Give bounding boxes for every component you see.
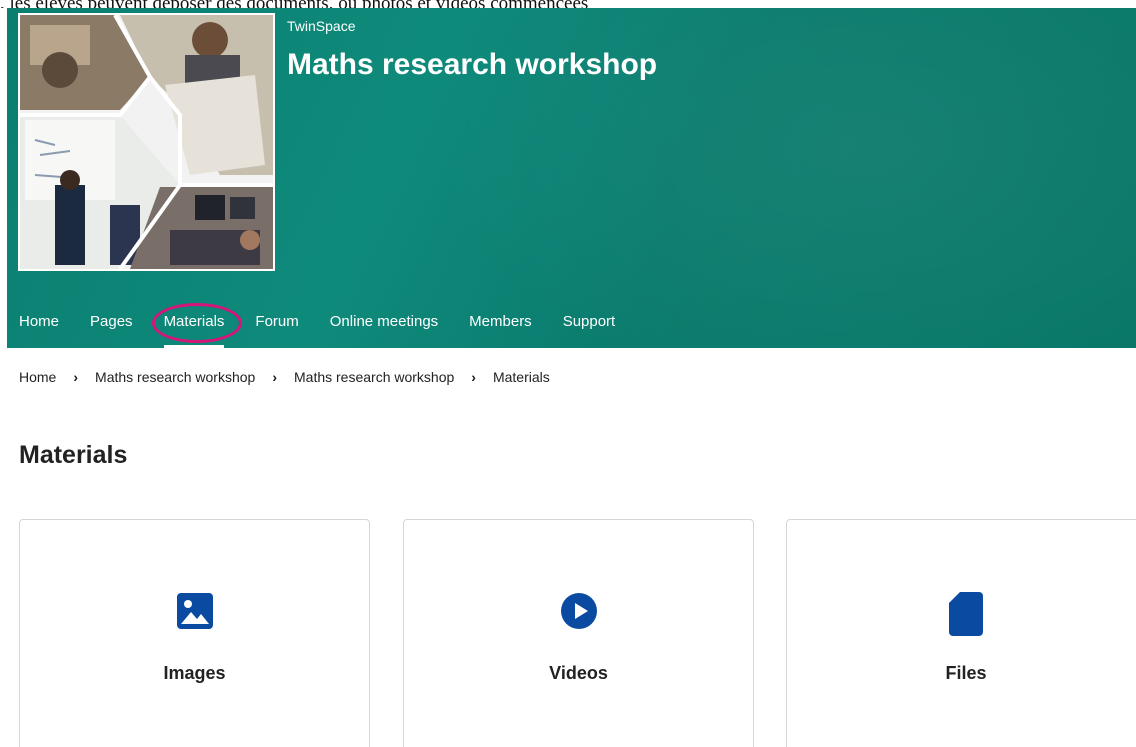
breadcrumb-separator: › (272, 369, 277, 385)
breadcrumb-home[interactable]: Home (19, 369, 56, 385)
project-title: Maths research workshop (287, 48, 658, 81)
main-nav: Home Pages Materials Forum Online meetin… (7, 303, 634, 348)
breadcrumb-project-space[interactable]: Maths research workshop (294, 369, 454, 385)
breadcrumb-separator: › (73, 369, 79, 385)
nav-item-online-meetings[interactable]: Online meetings (330, 303, 438, 348)
materials-card-images[interactable]: Images (19, 519, 370, 747)
project-banner: TwinSpace Maths research workshop Home P… (7, 8, 1136, 348)
play-circle-icon (560, 593, 597, 629)
nav-item-materials[interactable]: Materials (151, 303, 242, 348)
breadcrumb-project[interactable]: Maths research workshop (95, 369, 255, 385)
materials-card-files[interactable]: Files (786, 519, 1136, 747)
file-icon (949, 592, 983, 636)
breadcrumb-separator: › (471, 369, 476, 385)
nav-item-forum[interactable]: Forum (255, 303, 298, 348)
card-label-images: Images (163, 663, 226, 683)
breadcrumb: Home › Maths research workshop › Maths r… (19, 369, 550, 385)
project-collage-image (18, 13, 275, 271)
materials-card-videos[interactable]: Videos (403, 519, 754, 747)
card-label-videos: Videos (549, 663, 608, 683)
nav-item-support[interactable]: Support (563, 303, 616, 348)
page-caption-text: , les élèves peuvent déposer des documen… (0, 0, 1136, 8)
nav-item-materials-label: Materials (163, 313, 225, 330)
image-icon (176, 593, 213, 629)
page-title: Materials (19, 441, 128, 469)
nav-item-members[interactable]: Members (469, 303, 532, 348)
nav-item-home[interactable]: Home (19, 303, 59, 348)
space-label: TwinSpace (287, 18, 356, 34)
breadcrumb-current: Materials (492, 369, 550, 385)
card-label-files: Files (945, 663, 987, 683)
nav-item-pages[interactable]: Pages (90, 303, 133, 348)
